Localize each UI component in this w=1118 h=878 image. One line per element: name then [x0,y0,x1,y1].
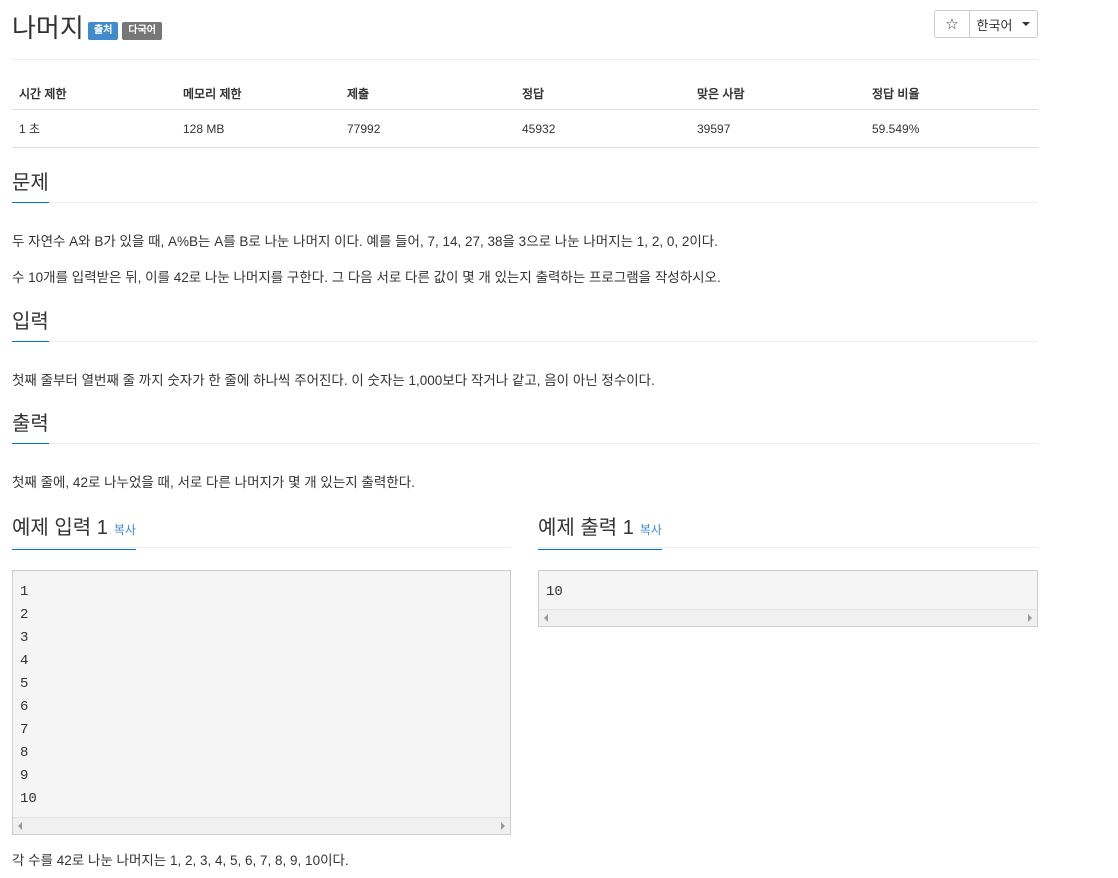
sample-input-line: 3 [20,630,29,646]
description-paragraph-1: 두 자연수 A와 B가 있을 때, A%B는 A를 B로 나눈 나머지 이다. … [12,234,718,249]
sample-output-heading: 예제 출력 1 복사 [538,515,662,550]
sample-output-header: 예제 출력 1 복사 [538,515,1038,550]
sample-output-content: 10 [539,571,1037,604]
submissions-value: 77992 [340,109,515,148]
source-badge[interactable]: 출처 [88,22,119,40]
multilang-badge[interactable]: 다국어 [122,22,163,40]
caret-down-icon [1022,22,1031,26]
copy-sample-input-button[interactable]: 복사 [114,523,136,537]
sample-input-box[interactable]: 1 2 3 4 5 6 7 8 9 10 [12,570,511,835]
table-header-row: 시간 제한 메모리 제한 제출 정답 맞은 사람 정답 비율 [12,78,1038,110]
solvers-value: 39597 [690,109,865,148]
page-title: 나머지 [12,13,84,43]
accepted-value: 45932 [515,109,690,148]
sample-input-title: 예제 입력 1 [12,517,108,539]
sample-input-heading: 예제 입력 1 복사 [12,515,136,550]
problem-info-table: 시간 제한 메모리 제한 제출 정답 맞은 사람 정답 비율 1 초 128 M… [12,78,1038,148]
language-dropdown[interactable]: 한국어 [970,10,1038,38]
table-header-solvers: 맞은 사람 [690,78,865,110]
sample-input-line: 8 [20,745,29,761]
table-header-accepted: 정답 [515,78,690,110]
scroll-right-icon[interactable] [1028,614,1032,622]
sample-input-line: 7 [20,722,29,738]
language-label: 한국어 [976,17,1013,33]
table-header-memory-limit: 메모리 제한 [176,78,340,110]
sample-input-content: 1 2 3 4 5 6 7 8 9 10 [13,571,510,811]
time-limit-value: 1 초 [12,109,176,148]
ratio-value: 59.549% [865,109,1038,148]
description-paragraph-2: 수 10개를 입력받은 뒤, 이를 42로 나눈 나머지를 구한다. 그 다음 … [12,270,721,285]
description-heading: 문제 [12,170,49,203]
header-button-group: ☆ 한국어 [934,10,1038,38]
input-heading: 입력 [12,309,49,342]
sample-input-line: 6 [20,699,29,715]
star-button[interactable]: ☆ [934,10,970,38]
memory-limit-value: 128 MB [176,109,340,148]
scroll-left-icon[interactable] [544,614,548,622]
table-header-ratio: 정답 비율 [865,78,1038,110]
problem-page: 나머지 출처 다국어 ☆ 한국어 시간 제한 메모리 제한 제출 정답 맞은 사… [12,0,1038,868]
scroll-left-icon[interactable] [18,822,22,830]
input-description: 첫째 줄부터 열번째 줄 까지 숫자가 한 줄에 하나씩 주어진다. 이 숫자는… [12,373,655,388]
output-heading: 출력 [12,411,49,444]
sample-input-line: 10 [20,791,37,807]
sample-output-scrollbar[interactable] [539,609,1037,626]
copy-sample-output-button[interactable]: 복사 [640,523,662,537]
output-description: 첫째 줄에, 42로 나누었을 때, 서로 다른 나머지가 몇 개 있는지 출력… [12,475,415,490]
description-section-header: 문제 [12,170,1038,203]
sample-input-line: 9 [20,768,29,784]
sample-input-line: 5 [20,676,29,692]
problem-header: 나머지 출처 다국어 ☆ 한국어 [12,0,1038,60]
star-icon: ☆ [945,16,959,33]
sample-input-scrollbar[interactable] [13,817,510,834]
sample-output-title: 예제 출력 1 [538,517,634,539]
sample-output-line: 10 [546,584,563,600]
badge-group: 출처 다국어 [88,22,163,40]
table-header-time-limit: 시간 제한 [12,78,176,110]
sample-input-line: 2 [20,607,29,623]
input-section-header: 입력 [12,309,1038,342]
sample-input-header: 예제 입력 1 복사 [12,515,511,550]
sample-note: 각 수를 42로 나눈 나머지는 1, 2, 3, 4, 5, 6, 7, 8,… [12,853,349,868]
sample-input-line: 1 [20,584,29,600]
output-section-header: 출력 [12,411,1038,444]
scroll-right-icon[interactable] [501,822,505,830]
table-row: 1 초 128 MB 77992 45932 39597 59.549% [12,109,1038,148]
sample-input-line: 4 [20,653,29,669]
sample-output-box[interactable]: 10 [538,570,1038,627]
table-header-submissions: 제출 [340,78,515,110]
